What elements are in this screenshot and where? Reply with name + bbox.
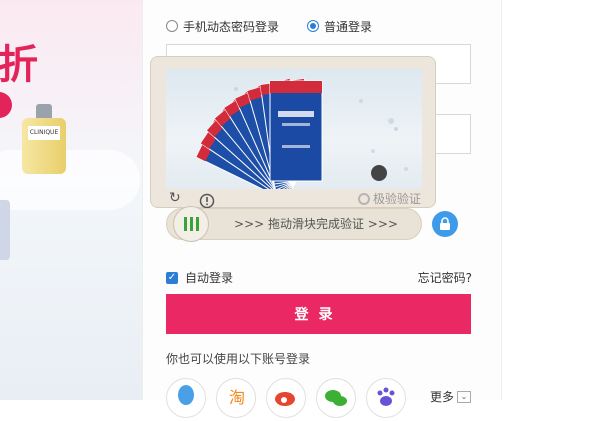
water-drops [359,99,408,171]
promo-dot [0,92,12,118]
radio-sms-login[interactable]: 手机动态密码登录 [166,18,279,35]
product-tube [0,200,10,260]
slider-hint: >>> 拖动滑块完成验证 >>> [234,217,398,231]
taobao-icon[interactable]: 淘 [216,378,256,418]
baidu-icon[interactable] [366,378,406,418]
weibo-icon[interactable] [266,378,306,418]
more-logins-button[interactable]: 更多 ⌄ [430,388,472,405]
alt-login-text: 你也可以使用以下账号登录 [166,352,311,366]
promo-text: 折 [0,42,38,88]
login-button[interactable]: 登录 [166,294,471,334]
grip-icon [183,217,199,231]
more-label: 更多 [430,390,455,404]
radio-label: 手机动态密码登录 [183,19,280,34]
auto-login-label: 自动登录 [185,271,234,285]
chevron-down-icon: ⌄ [457,390,472,403]
captcha-slider[interactable]: >>> 拖动滑块完成验证 >>> [166,206,422,242]
captcha-brand: 极验验证 [357,190,421,207]
radio-circle-selected[interactable] [307,20,320,32]
geetest-logo-icon [357,192,370,205]
product-label: CLINIQUE [28,126,60,140]
radio-label: 普通登录 [324,19,373,34]
wechat-icon[interactable] [316,378,356,418]
svg-text:淘: 淘 [229,388,245,407]
product-bottle: CLINIQUE [22,104,66,176]
lock-icon [432,211,458,237]
captcha-image [166,69,422,189]
cloud-decoration [0,150,140,210]
radio-normal-login[interactable]: 普通登录 [307,18,372,35]
radio-circle[interactable] [166,20,178,32]
login-mode-selector: 手机动态密码登录 普通登录 [166,16,400,36]
qq-icon[interactable] [166,378,206,418]
forgot-password-link[interactable]: 忘记密码? [418,269,472,286]
refresh-icon[interactable]: ↻ [169,190,181,206]
captcha-brand-label: 极验验证 [372,192,421,206]
slider-knob[interactable] [173,206,209,242]
auto-login-checkbox[interactable]: ✓ [166,271,178,284]
auto-login-option[interactable]: ✓ 自动登录 [166,269,233,286]
promo-banner: 折 CLINIQUE [0,0,142,400]
captcha-popup: ↻ 极验验证 [150,56,436,209]
